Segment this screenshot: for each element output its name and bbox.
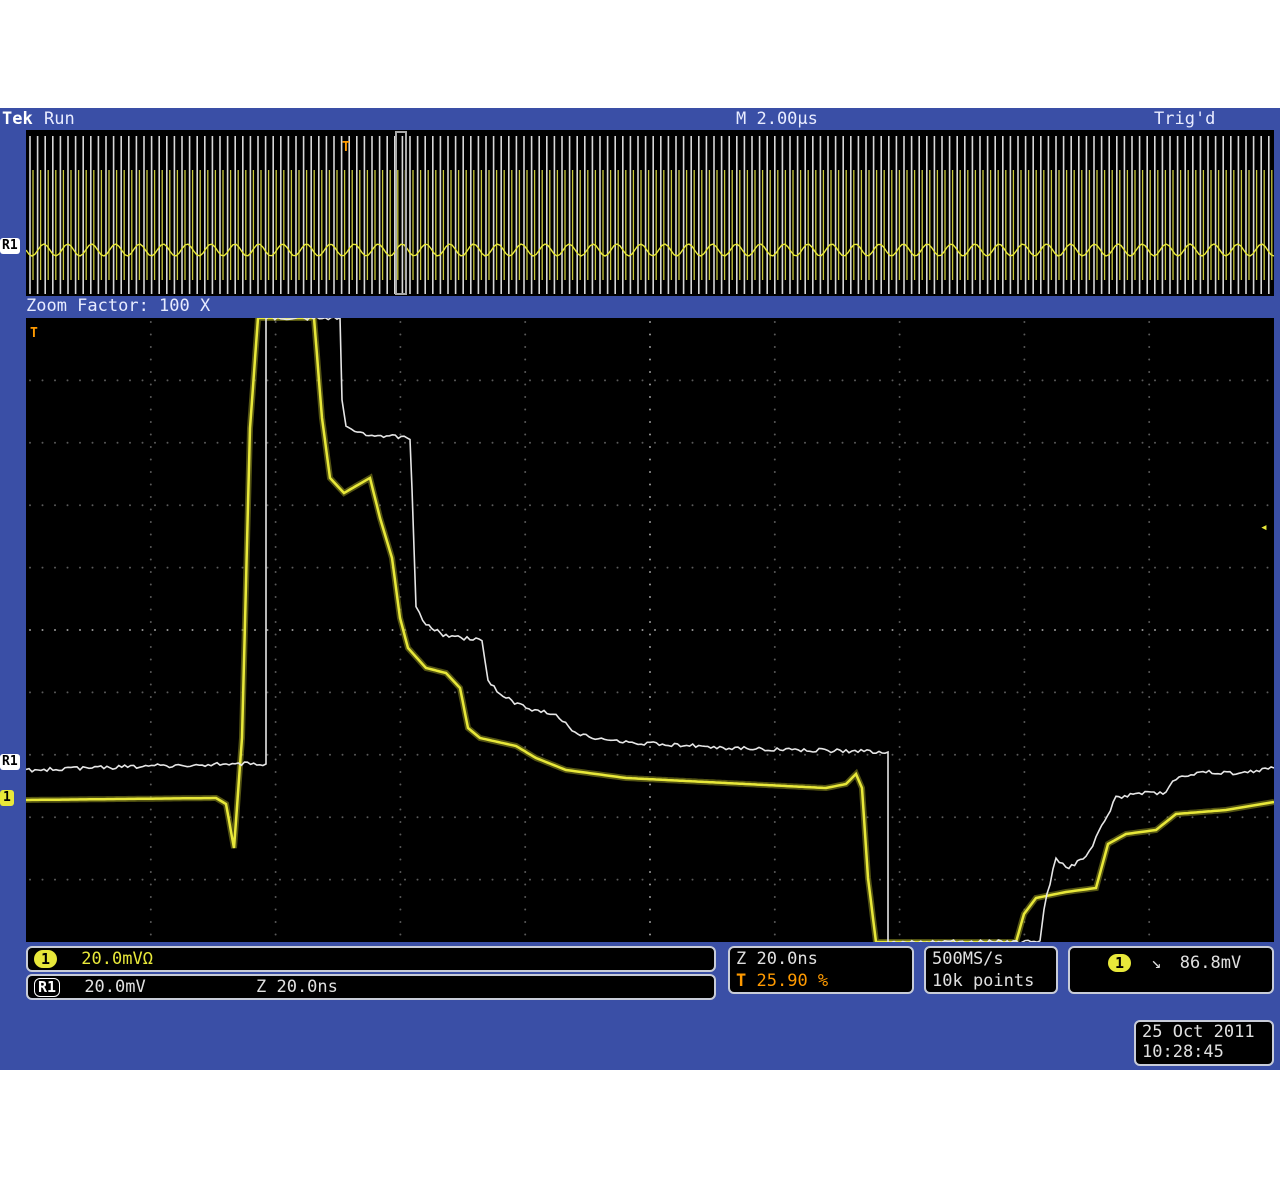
acquisition-readout[interactable]: 500MS/s 10k points	[924, 946, 1058, 994]
ch1-badge: 1	[34, 950, 57, 968]
zoom-time-scale: Z 20.0ns	[736, 948, 912, 970]
time: 10:28:45	[1142, 1042, 1272, 1062]
r1-reference-waveform	[26, 318, 1274, 942]
overview-waveform	[26, 130, 1274, 296]
trigger-position-icon: T	[736, 971, 746, 991]
sample-rate: 500MS/s	[932, 948, 1056, 970]
r1-badge: R1	[34, 978, 60, 997]
zoom-ch1-marker: 1	[0, 790, 14, 806]
zoom-waveform-window: T ◂	[26, 318, 1274, 942]
trigger-readout[interactable]: 1 ↘ 86.8mV	[1068, 946, 1274, 994]
r1-scale: 20.0mV	[84, 977, 145, 997]
overview-waveform-window: T	[26, 130, 1274, 296]
record-length: 10k points	[932, 970, 1056, 992]
datetime-readout: 25 Oct 2011 10:28:45	[1134, 1020, 1274, 1066]
r1-readout[interactable]: R1 20.0mV Z 20.0ns	[26, 974, 716, 1000]
acquisition-state: Run	[44, 108, 75, 130]
zoom-factor-bar: Zoom Factor: 100 X	[26, 296, 1274, 316]
trigger-level: 86.8mV	[1180, 953, 1241, 973]
date: 25 Oct 2011	[1142, 1022, 1272, 1042]
trigger-source-badge: 1	[1108, 954, 1131, 972]
trigger-slope-icon: ↘	[1151, 953, 1161, 973]
r1-zoom-time: Z 20.0ns	[256, 976, 338, 998]
ch1-readout[interactable]: 1 20.0mVΩ	[26, 946, 716, 972]
trigger-position: 25.90 %	[757, 971, 829, 991]
ch1-scale: 20.0mVΩ	[81, 949, 153, 969]
ch1-waveform	[26, 318, 1274, 942]
zoom-trigger-marker: T	[30, 326, 38, 342]
brand-label: Tek	[2, 108, 33, 130]
trigger-level-arrow-icon: ◂	[1260, 520, 1268, 536]
timebase-readout: M 2.00µs	[736, 108, 818, 130]
zoom-waveform	[26, 318, 1274, 942]
trigger-status: Trig'd	[1154, 108, 1215, 130]
overview-trigger-marker: T	[342, 140, 350, 156]
status-header: Tek Run M 2.00µs Trig'd	[0, 108, 1280, 130]
ch1-persistence	[26, 318, 1274, 942]
zoom-factor-label: Zoom Factor: 100 X	[26, 296, 210, 316]
horizontal-readout[interactable]: Z 20.0ns T 25.90 %	[728, 946, 914, 994]
zoom-r1-marker: R1	[0, 754, 20, 770]
oscilloscope-screen: Tek Run M 2.00µs Trig'd R1 T Zoom Factor…	[0, 108, 1280, 1070]
overview-r1-marker: R1	[0, 238, 20, 254]
